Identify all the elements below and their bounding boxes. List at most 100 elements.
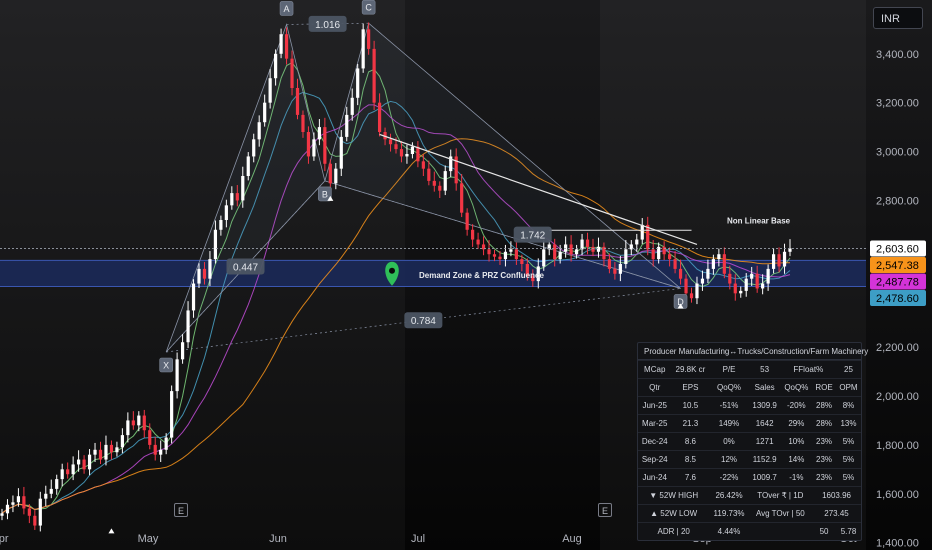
x-tick-label: Jul [411, 533, 425, 545]
table-cell: 119.73% [709, 504, 749, 523]
table-cell: 28% [812, 414, 836, 433]
table-cell: -22% [709, 468, 749, 487]
table-cell: 1642 [748, 414, 781, 433]
candle-body [410, 146, 415, 154]
pin-hole [389, 267, 395, 274]
pattern-point-text: B [322, 189, 328, 199]
candle-body [514, 249, 518, 260]
industry-title: Producer Manufacturing↔Trucks/Constructi… [638, 343, 868, 360]
header-row: Qtr EPS QoQ% Sales QoQ% ROE OPM [638, 378, 861, 397]
candle-body [257, 122, 261, 140]
x-tick-label: Apr [0, 533, 9, 545]
candle-body [777, 254, 781, 267]
candle-body [115, 447, 119, 453]
candle-body [208, 259, 212, 279]
candle-body [263, 102, 267, 123]
table-cell: 28% [812, 396, 836, 415]
column-header: EPS [671, 378, 710, 397]
fundamentals-table: Producer Manufacturing↔Trucks/Constructi… [637, 342, 868, 541]
table-cell: 29% [780, 414, 813, 433]
table-cell: 23% [812, 432, 836, 451]
table-cell: 10.5 [671, 396, 710, 415]
candle-body [624, 249, 628, 264]
table-cell: 26.42% [709, 486, 749, 505]
table-cell [748, 522, 813, 540]
ratio-text: 0.784 [411, 316, 436, 327]
candle-body [323, 127, 327, 164]
candle-body [471, 229, 475, 240]
candle-body [38, 498, 42, 526]
candle-body [569, 244, 573, 255]
candle-body [580, 239, 584, 250]
price-label-text: 2,547.38 [876, 260, 919, 272]
candle-body [542, 249, 546, 267]
candle-body [405, 154, 409, 157]
candle-body [585, 239, 590, 247]
candle-body [241, 176, 245, 201]
candle-body [678, 268, 683, 279]
candle-body [268, 78, 272, 103]
price-label: 2,603.60 [870, 240, 926, 257]
price-label-text: 2,478.60 [876, 293, 919, 305]
candle-body [170, 391, 174, 438]
candle-body [432, 180, 436, 186]
candle-body [120, 435, 124, 448]
table-cell: 12% [709, 450, 749, 469]
candle-body [388, 139, 393, 145]
currency-selector[interactable]: INR [873, 7, 923, 29]
candle-body [711, 259, 715, 269]
candle-body [367, 29, 371, 49]
candle-body [558, 251, 562, 260]
table-cell: Jun-24 [638, 468, 672, 487]
table-row: Jun-24 7.6 -22% 1009.7 -1% 23% 5% [638, 468, 861, 487]
table-row: Sep-24 8.5 12% 1152.9 14% 23% 5% [638, 450, 861, 469]
price-label: 2,487.78 [870, 273, 926, 290]
pattern-point-text: A [284, 4, 290, 14]
stats-row: ▼ 52W HIGH 26.42% TOver ₹ | 1D 1603.96 [638, 486, 861, 505]
ratio-label: 1.742 [513, 226, 552, 243]
pattern-point-text: C [365, 3, 372, 13]
table-cell: -1% [780, 468, 813, 487]
candle-body [27, 508, 31, 516]
candle-body [55, 479, 59, 489]
ratio-label: 0.447 [226, 258, 265, 275]
candle-body [618, 264, 622, 274]
y-tick-label: 1,400.00 [876, 538, 919, 550]
earnings-event-badge[interactable]: E [174, 503, 188, 517]
table-cell: ADR | 20 [638, 522, 710, 540]
non-linear-base-label: Non Linear Base [727, 217, 791, 226]
y-tick-label: 2,000.00 [876, 391, 919, 403]
column-header: QoQ% [780, 378, 813, 397]
candle-body [438, 185, 442, 191]
table-cell: 8% [836, 396, 861, 415]
table-cell: 8.6 [671, 432, 710, 451]
candle-body [49, 488, 53, 494]
table-cell: 0% [709, 432, 749, 451]
stats-row: ADR | 20 4.44% 50 5.78 [638, 522, 861, 540]
ratio-label: 1.016 [308, 15, 347, 32]
candle-body [350, 97, 354, 115]
table-cell: ▼ 52W HIGH [638, 486, 710, 505]
table-cell: 5% [836, 432, 861, 451]
ratio-text: 1.742 [520, 231, 545, 242]
table-cell: Jun-25 [638, 396, 672, 415]
table-cell: Sep-24 [638, 450, 672, 469]
candle-body [695, 283, 699, 299]
candle-body [77, 459, 81, 465]
table-cell: -20% [780, 396, 813, 415]
candle-body [334, 168, 338, 184]
candle-body [509, 249, 513, 252]
candle-body [689, 293, 694, 299]
candle-body [164, 437, 168, 450]
pattern-point-label: C [361, 0, 376, 15]
candle-body [635, 239, 639, 245]
y-tick-label: 1,600.00 [876, 489, 919, 501]
earnings-event-badge[interactable]: E [598, 503, 612, 517]
candle-body [5, 504, 10, 514]
candle-body [728, 273, 732, 284]
candle-body [274, 53, 278, 79]
x-tick-label: May [138, 533, 159, 545]
candle-body [339, 136, 343, 169]
candle-body [788, 248, 792, 252]
candle-body [750, 273, 754, 279]
